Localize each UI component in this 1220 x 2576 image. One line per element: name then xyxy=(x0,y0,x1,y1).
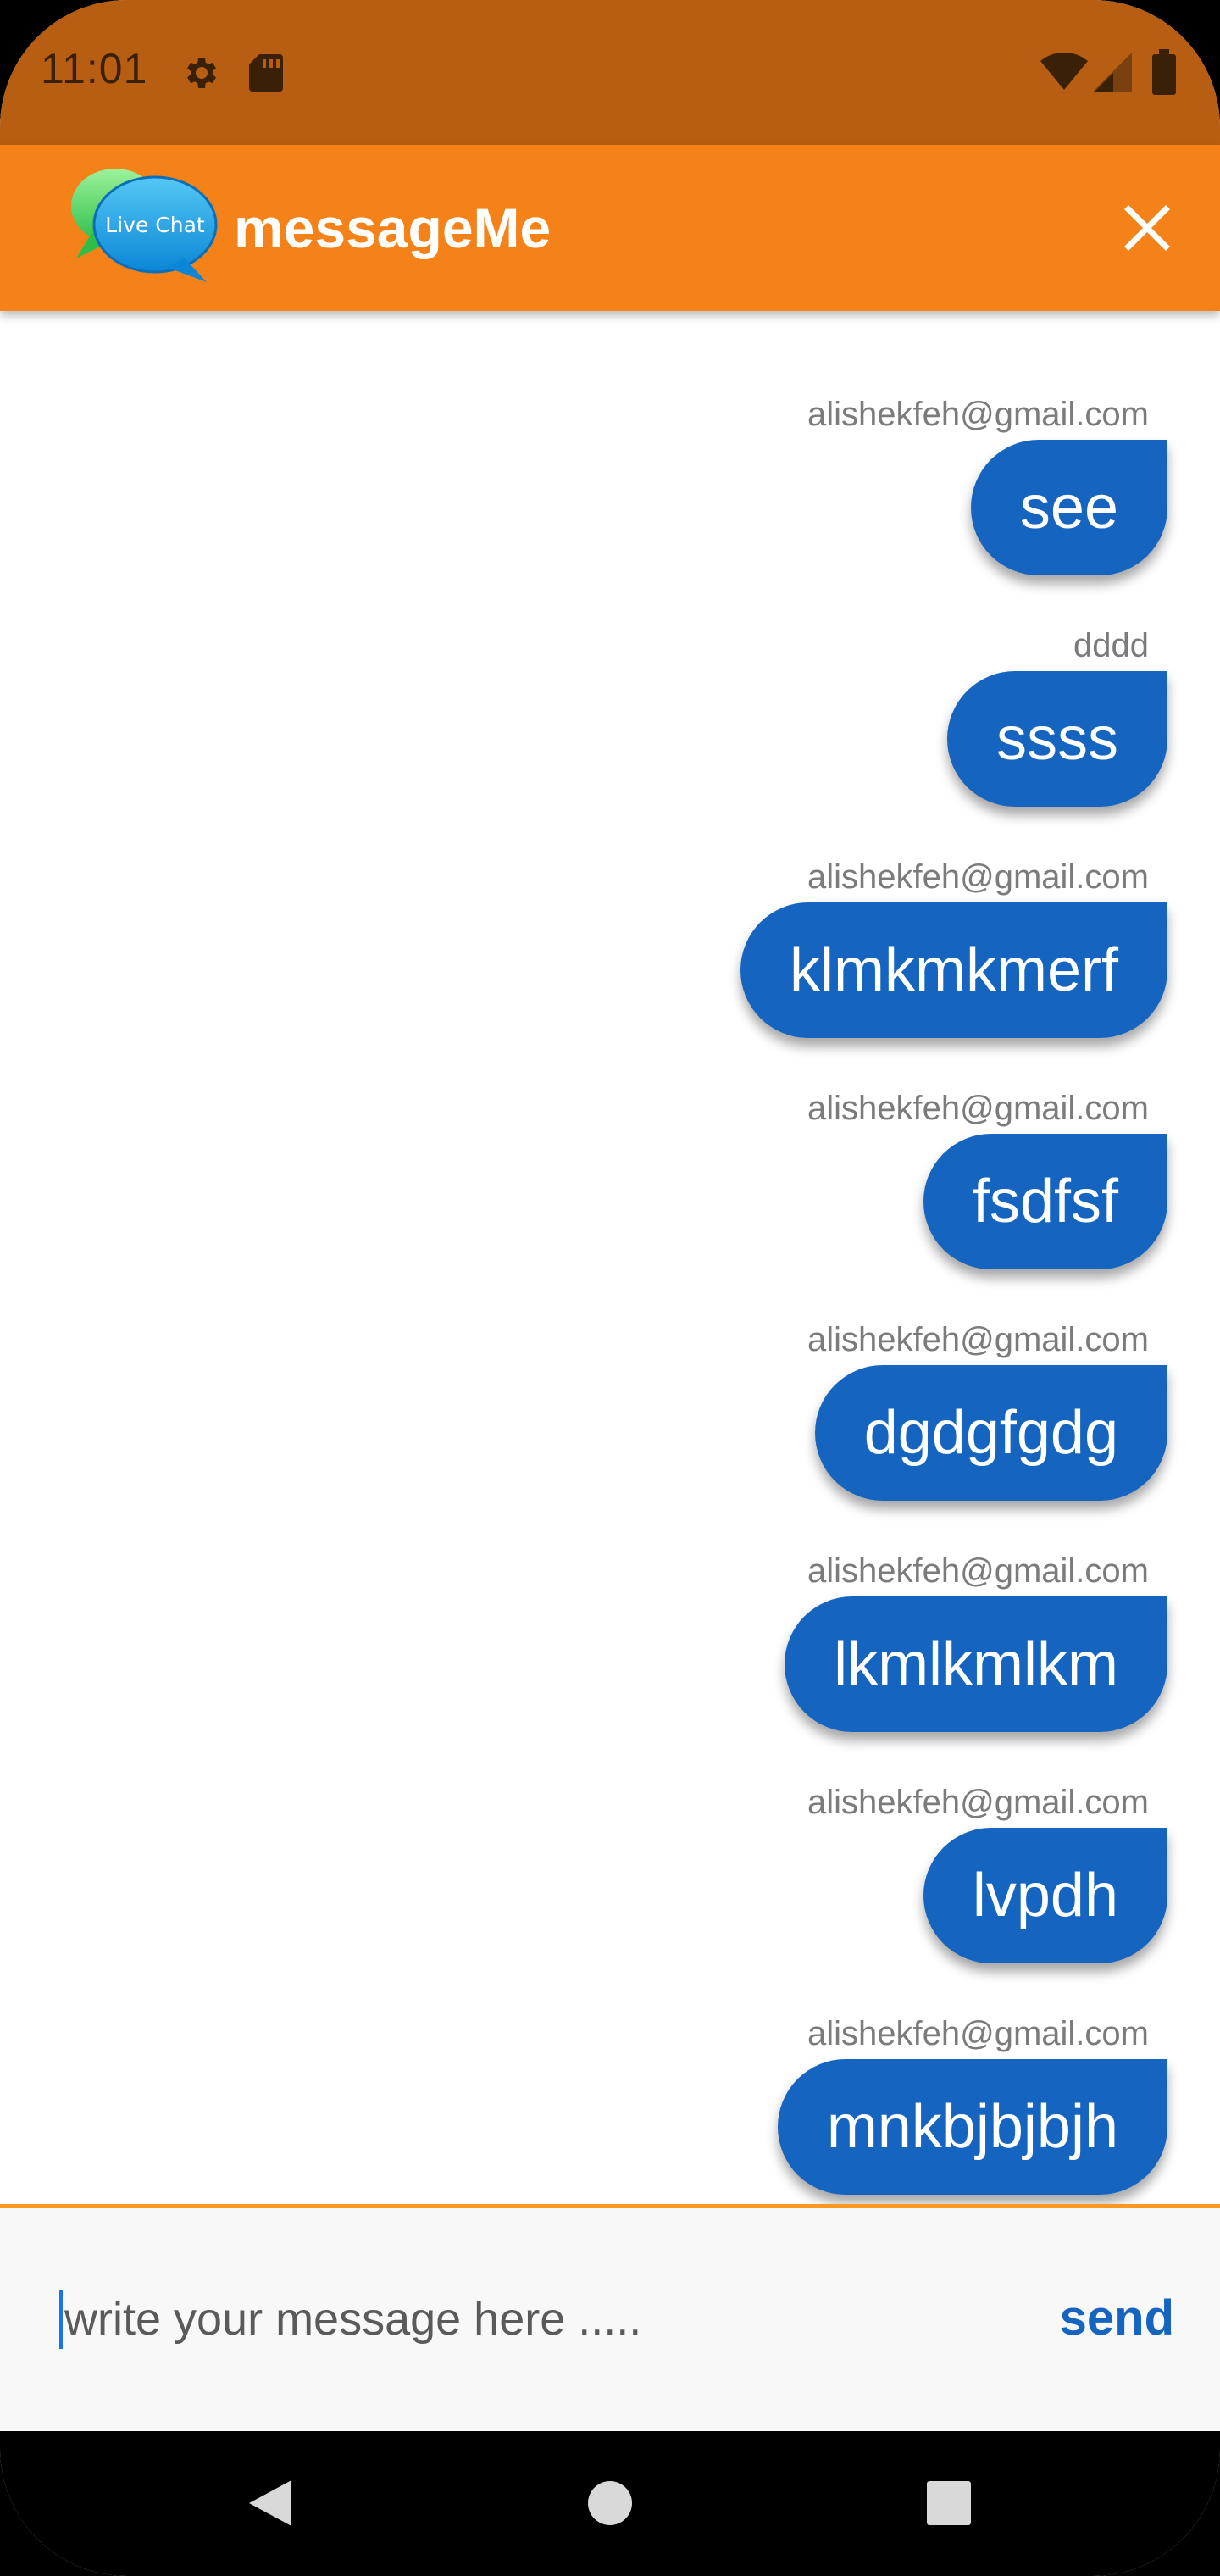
app-bar: Live Chat messageMe xyxy=(0,145,1220,311)
live-chat-logo: Live Chat xyxy=(66,164,219,291)
message-item: alishekfeh@gmail.com lkmlkmlkm xyxy=(785,1551,1167,1732)
message-sender: alishekfeh@gmail.com xyxy=(807,396,1149,433)
message-bubble: mnkbjbjbjh xyxy=(777,2059,1167,2195)
message-item: alishekfeh@gmail.com dgdgfgdg xyxy=(807,1319,1167,1501)
system-nav-bar xyxy=(0,2431,1220,2576)
back-button[interactable] xyxy=(241,2473,300,2533)
message-input[interactable] xyxy=(59,2290,996,2349)
recents-button[interactable] xyxy=(919,2473,979,2533)
message-sender: alishekfeh@gmail.com xyxy=(807,2015,1149,2052)
message-bubble: see xyxy=(970,440,1167,575)
send-button[interactable]: send xyxy=(1060,2290,1174,2346)
message-item: alishekfeh@gmail.com see xyxy=(807,394,1167,575)
message-sender: dddd xyxy=(1073,627,1149,664)
message-sender: alishekfeh@gmail.com xyxy=(807,1321,1149,1358)
back-icon xyxy=(249,2480,291,2526)
close-button[interactable] xyxy=(1117,197,1178,258)
message-list[interactable]: alishekfeh@gmail.com see dddd ssss alish… xyxy=(0,311,1220,2204)
message-item: alishekfeh@gmail.com klmkmkmerf xyxy=(740,857,1167,1038)
sd-card-icon xyxy=(247,53,285,97)
home-icon xyxy=(588,2481,632,2525)
close-icon xyxy=(1124,205,1170,251)
message-sender: alishekfeh@gmail.com xyxy=(807,858,1149,896)
message-item: alishekfeh@gmail.com mnkbjbjbjh xyxy=(777,2013,1167,2195)
app-title: messageMe xyxy=(234,197,552,259)
phone-screen: 11:01 Live Chat messageMe alishekfeh@gma… xyxy=(0,0,1220,2576)
composer: send xyxy=(0,2204,1220,2431)
message-bubble: lkmlkmlkm xyxy=(785,1596,1167,1732)
message-item: alishekfeh@gmail.com fsdfsf xyxy=(807,1088,1167,1269)
message-bubble: lvpdh xyxy=(923,1828,1167,1963)
message-bubble: dgdgfgdg xyxy=(814,1365,1167,1501)
battery-icon xyxy=(1152,49,1176,99)
message-sender: alishekfeh@gmail.com xyxy=(807,1784,1149,1821)
message-sender: alishekfeh@gmail.com xyxy=(807,1552,1149,1590)
message-sender: alishekfeh@gmail.com xyxy=(807,1090,1149,1127)
message-bubble: klmkmkmerf xyxy=(740,902,1167,1038)
home-button[interactable] xyxy=(580,2473,640,2533)
message-bubble: fsdfsf xyxy=(923,1134,1167,1269)
status-time: 11:01 xyxy=(41,45,148,92)
gear-icon xyxy=(180,53,220,97)
recents-icon xyxy=(927,2481,971,2525)
wifi-icon xyxy=(1040,52,1088,96)
status-bar: 11:01 xyxy=(0,0,1220,145)
message-item: dddd ssss xyxy=(947,625,1167,807)
signal-icon xyxy=(1093,53,1132,96)
logo-text: Live Chat xyxy=(105,213,205,237)
message-item: alishekfeh@gmail.com lvpdh xyxy=(807,1782,1167,1963)
message-bubble: ssss xyxy=(947,671,1167,807)
